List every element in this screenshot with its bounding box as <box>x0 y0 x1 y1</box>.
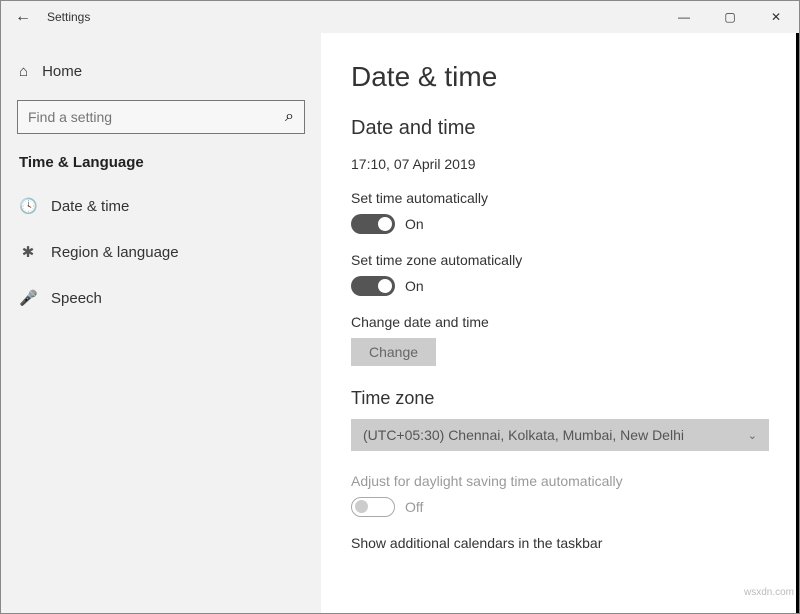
set-tz-auto-toggle[interactable] <box>351 276 395 296</box>
vertical-scrollbar[interactable] <box>796 33 799 613</box>
search-input[interactable] <box>28 109 285 125</box>
dst-toggle-row: Off <box>351 497 769 517</box>
sidebar-item-region-language[interactable]: ✱ Region & language <box>17 229 305 275</box>
change-dt-label: Change date and time <box>351 314 769 330</box>
home-label: Home <box>42 63 82 80</box>
set-time-auto-value: On <box>405 216 424 232</box>
search-icon: ⌕ <box>285 108 294 126</box>
additional-calendars-label: Show additional calendars in the taskbar <box>351 535 769 551</box>
set-tz-auto-value: On <box>405 278 424 294</box>
window-body: ⌂ Home ⌕ Time & Language 🕓 Date & time ✱… <box>1 33 799 613</box>
window-controls: — ▢ ✕ <box>661 1 799 33</box>
time-zone-title: Time zone <box>351 388 769 409</box>
clock-icon: 🕓 <box>19 197 37 215</box>
set-time-auto-label: Set time automatically <box>351 190 769 206</box>
sidebar-item-speech[interactable]: 🎤 Speech <box>17 275 305 321</box>
search-box[interactable]: ⌕ <box>17 100 305 134</box>
window-title: Settings <box>47 10 90 24</box>
dst-toggle <box>351 497 395 517</box>
microphone-icon: 🎤 <box>19 289 37 307</box>
dst-value: Off <box>405 499 423 515</box>
maximize-button[interactable]: ▢ <box>707 1 753 33</box>
sidebar-item-date-time[interactable]: 🕓 Date & time <box>17 183 305 229</box>
page-title: Date & time <box>351 61 769 93</box>
set-time-auto-toggle[interactable] <box>351 214 395 234</box>
sidebar: ⌂ Home ⌕ Time & Language 🕓 Date & time ✱… <box>1 33 321 613</box>
titlebar: ← Settings — ▢ ✕ <box>1 1 799 33</box>
set-tz-auto-label: Set time zone automatically <box>351 252 769 268</box>
content-area: Date & time Date and time 17:10, 07 Apri… <box>321 33 799 613</box>
section-date-time: Date and time <box>351 117 769 140</box>
chevron-down-icon: ⌄ <box>748 429 757 442</box>
settings-window: ← Settings — ▢ ✕ ⌂ Home ⌕ Time & Languag… <box>0 0 800 614</box>
set-tz-auto-toggle-row: On <box>351 276 769 296</box>
back-button[interactable]: ← <box>13 8 33 26</box>
time-zone-select[interactable]: (UTC+05:30) Chennai, Kolkata, Mumbai, Ne… <box>351 419 769 451</box>
sidebar-item-label: Region & language <box>51 244 179 261</box>
language-icon: ✱ <box>19 243 37 261</box>
dst-label: Adjust for daylight saving time automati… <box>351 473 769 489</box>
home-link[interactable]: ⌂ Home <box>17 57 305 86</box>
home-icon: ⌂ <box>19 63 28 80</box>
sidebar-item-label: Speech <box>51 290 102 307</box>
minimize-button[interactable]: — <box>661 1 707 33</box>
category-title: Time & Language <box>17 154 305 171</box>
current-datetime: 17:10, 07 April 2019 <box>351 156 769 172</box>
close-button[interactable]: ✕ <box>753 1 799 33</box>
change-button[interactable]: Change <box>351 338 436 366</box>
sidebar-item-label: Date & time <box>51 198 129 215</box>
time-zone-value: (UTC+05:30) Chennai, Kolkata, Mumbai, Ne… <box>363 427 684 443</box>
watermark: wsxdn.com <box>744 587 794 598</box>
set-time-auto-toggle-row: On <box>351 214 769 234</box>
